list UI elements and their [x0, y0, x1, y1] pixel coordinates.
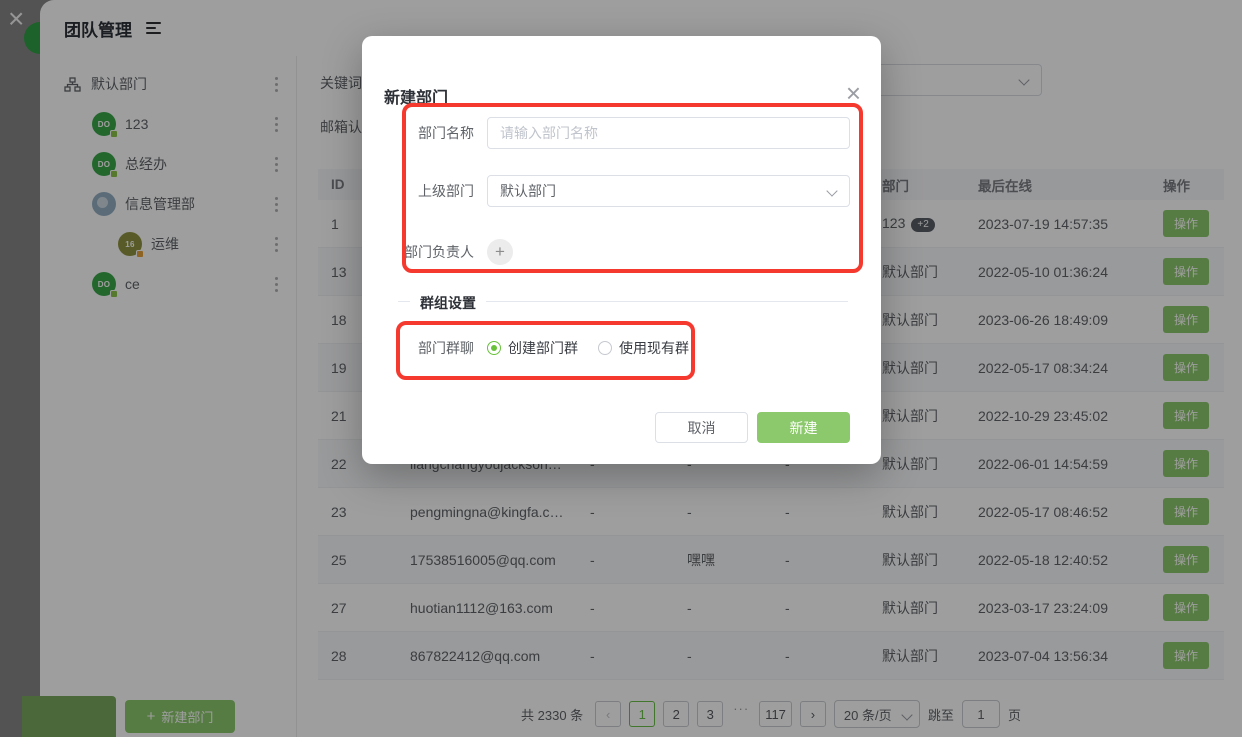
radio-option-使用现有群[interactable]: 使用现有群: [598, 338, 689, 358]
parent-dept-select[interactable]: 默认部门: [487, 175, 850, 207]
radio-label: 使用现有群: [619, 338, 689, 358]
dept-name-label: 部门名称: [382, 123, 474, 143]
dept-manager-label: 部门负责人: [382, 242, 474, 262]
radio-selected-icon: [487, 341, 501, 355]
modal-footer: 取消 新建: [655, 412, 850, 443]
confirm-create-button[interactable]: 新建: [757, 412, 850, 443]
radio-unselected-icon: [598, 341, 612, 355]
new-department-modal: 新建部门 × 部门名称 上级部门 默认部门 部门负责人 + 群组设置 部门群聊 …: [362, 36, 881, 464]
radio-option-创建部门群[interactable]: 创建部门群: [487, 338, 578, 358]
chevron-down-icon: [826, 185, 837, 196]
dept-name-row: 部门名称: [382, 117, 850, 149]
modal-title: 新建部门: [384, 84, 448, 108]
close-icon[interactable]: ×: [846, 80, 861, 106]
dept-name-input[interactable]: [487, 117, 850, 149]
parent-dept-label: 上级部门: [382, 181, 474, 201]
dept-chat-label: 部门群聊: [382, 338, 474, 358]
dept-chat-options: 创建部门群 使用现有群: [487, 338, 709, 358]
parent-dept-row: 上级部门 默认部门: [382, 175, 850, 207]
radio-label: 创建部门群: [508, 338, 578, 358]
dept-chat-row: 部门群聊 创建部门群 使用现有群: [382, 332, 850, 364]
dept-manager-row: 部门负责人 +: [382, 236, 850, 268]
screen: × 团队管理 默认部门 DO123DO总经办信息管理部16运维DOce + 新建…: [0, 0, 1242, 737]
cancel-button[interactable]: 取消: [655, 412, 748, 443]
add-manager-button[interactable]: +: [487, 239, 513, 265]
group-settings-title: 群组设置: [410, 293, 486, 313]
